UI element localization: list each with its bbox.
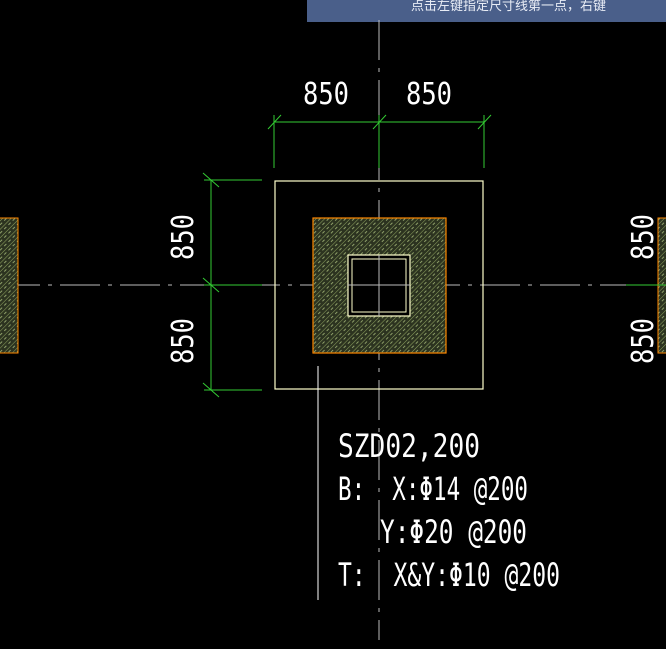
- cad-drawing-canvas[interactable]: 850 850 850 850 850 850 SZD02,200 B: X:Φ…: [0, 0, 666, 649]
- dim-label-right-top: 850: [626, 214, 661, 260]
- dim-label-right-bottom: 850: [626, 318, 661, 364]
- dimension-left[interactable]: [202, 172, 262, 398]
- column-core[interactable]: [347, 254, 411, 317]
- dim-label-top-right: 850: [406, 77, 452, 112]
- annotation-line-3: Y:Φ20 @200: [380, 513, 527, 551]
- annotation-block[interactable]: SZD02,200 B: X:Φ14 @200 Y:Φ20 @200 T: X&…: [338, 427, 560, 594]
- dim-label-left-top: 850: [166, 214, 201, 260]
- dim-label-top-left: 850: [303, 77, 349, 112]
- dimension-top[interactable]: [267, 114, 492, 168]
- neighbor-column-left[interactable]: [0, 217, 19, 354]
- annotation-line-4: T: X&Y:Φ10 @200: [338, 556, 560, 594]
- annotation-line-2: B: X:Φ14 @200: [338, 470, 528, 508]
- annotation-line-1: SZD02,200: [338, 427, 480, 465]
- dim-label-left-bottom: 850: [166, 318, 201, 364]
